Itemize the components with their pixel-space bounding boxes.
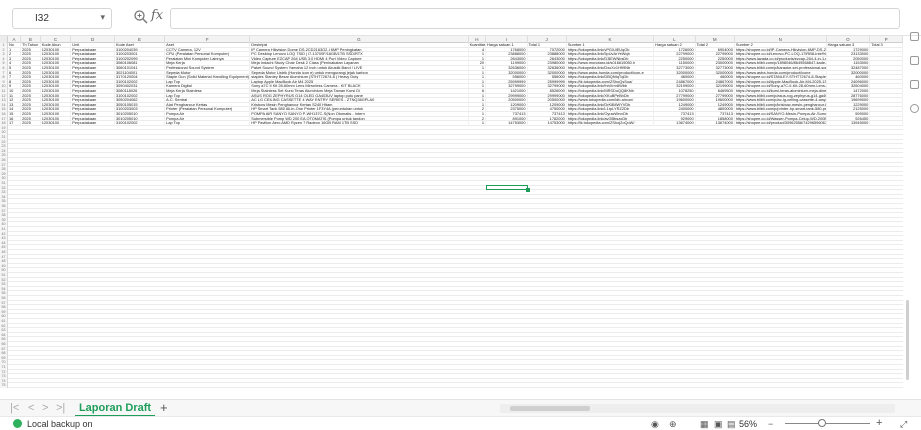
backup-status-icon: [13, 419, 22, 428]
column-header-h[interactable]: H: [469, 36, 487, 43]
cell-reference: I32: [35, 13, 49, 24]
page-break-icon[interactable]: ▤: [727, 419, 736, 430]
zoom-out-button[interactable]: −: [768, 419, 773, 429]
sheet-tab-bar: |< < > >| Laporan Draft +: [0, 399, 921, 417]
prev-sheet-icon[interactable]: <: [28, 400, 34, 417]
zoom-magnifier-icon[interactable]: [133, 9, 149, 25]
select-all-corner[interactable]: [0, 36, 8, 43]
history-icon[interactable]: [910, 104, 919, 113]
cursor-icon[interactable]: [910, 32, 919, 41]
column-header-b[interactable]: B: [21, 36, 41, 43]
column-header-j[interactable]: J: [528, 36, 567, 43]
column-header-p[interactable]: P: [870, 36, 903, 43]
first-sheet-icon[interactable]: |<: [10, 400, 19, 417]
zoom-slider[interactable]: [785, 423, 870, 424]
row-number[interactable]: 75: [0, 383, 8, 388]
format-icon[interactable]: [910, 80, 919, 89]
zoom-in-button[interactable]: +: [876, 417, 882, 429]
sheet-grid[interactable]: ABCDEFGHIJKLMNOP 1 No Th Tahun Kode Akun Uni…: [0, 36, 903, 399]
name-box[interactable]: I32 ▾: [12, 8, 112, 29]
eye-protection-icon[interactable]: ◉: [651, 419, 659, 430]
column-header-n[interactable]: N: [735, 36, 827, 43]
horizontal-scrollbar[interactable]: [500, 404, 895, 413]
function-icon[interactable]: fx: [151, 8, 163, 23]
spreadsheet-app: I32 ▾ fx ABCDEFGHIJKLMNOP 1 No Th Tahun Kod…: [0, 0, 921, 430]
status-bar: Local backup on ◉ ⊕ ▦ ▣ ▤ 56% − + ⤢: [0, 416, 921, 430]
column-header-c[interactable]: C: [41, 36, 72, 43]
table-row[interactable]: 75: [0, 383, 903, 388]
vertical-scroll-thumb[interactable]: [906, 300, 909, 380]
add-sheet-button[interactable]: +: [160, 400, 168, 416]
backup-status-text: Local backup on: [27, 419, 93, 429]
horizontal-scroll-thumb[interactable]: [510, 406, 590, 411]
last-sheet-icon[interactable]: >|: [56, 400, 65, 417]
chevron-down-icon[interactable]: ▾: [100, 12, 105, 23]
column-header-bar: ABCDEFGHIJKLMNOP: [0, 36, 903, 43]
zoom-level[interactable]: 56%: [739, 418, 757, 430]
zoom-slider-knob[interactable]: [818, 419, 826, 427]
column-header-m[interactable]: M: [696, 36, 735, 43]
page-layout-icon[interactable]: ▣: [714, 419, 723, 430]
next-sheet-icon[interactable]: >: [42, 400, 48, 417]
crosshair-icon[interactable]: ⊕: [669, 419, 677, 430]
panel-icon[interactable]: [910, 56, 919, 65]
column-header-d[interactable]: D: [71, 36, 115, 43]
column-header-f[interactable]: F: [165, 36, 251, 43]
column-header-i[interactable]: I: [486, 36, 528, 43]
column-header-o[interactable]: O: [827, 36, 871, 43]
formula-bar: I32 ▾ fx: [0, 0, 921, 36]
column-header-g[interactable]: G: [250, 36, 469, 43]
fullscreen-icon[interactable]: ⤢: [900, 419, 907, 430]
column-header-l[interactable]: L: [654, 36, 696, 43]
column-header-a[interactable]: A: [8, 36, 22, 43]
rows-container: 1 No Th Tahun Kode Akun Unit Kode Aset Aset Des…: [0, 43, 903, 399]
column-header-e[interactable]: E: [115, 36, 166, 43]
sheet-tab-laporan-draft[interactable]: Laporan Draft: [75, 400, 155, 417]
formula-input[interactable]: [170, 8, 900, 29]
normal-view-icon[interactable]: ▦: [700, 419, 709, 430]
column-header-k[interactable]: K: [567, 36, 655, 43]
